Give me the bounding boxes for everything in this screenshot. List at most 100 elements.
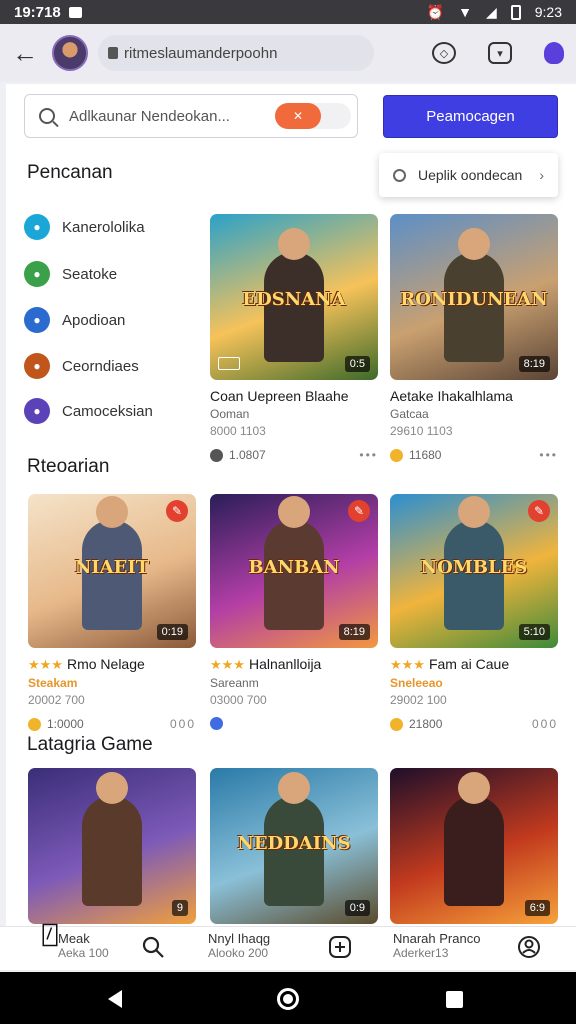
game-subtitle: Ooman: [210, 407, 250, 421]
game-thumbnail[interactable]: RONIDUNEAN 8:19: [390, 214, 558, 380]
game-meta: 21800 000: [390, 717, 558, 731]
category-label: Ceorndiaes: [62, 357, 139, 375]
character-head: [458, 496, 490, 528]
duration-badge: 9: [171, 900, 188, 916]
game-card[interactable]: BANBAN 8:19 ✎ ★★★ Halnanlloija Sareanm 03000 7…: [210, 494, 378, 730]
favorite-icon[interactable]: ✎: [528, 500, 550, 522]
game-card[interactable]: NEDDAINS 0:9: [210, 768, 378, 924]
primary-action-button[interactable]: Peamocagen: [383, 95, 558, 138]
game-card[interactable]: 6:9: [390, 768, 558, 924]
coin-icon: [390, 448, 403, 462]
character-head: [278, 228, 310, 260]
alarm-icon: ⏰: [426, 3, 445, 20]
rating-stars: ★★★: [390, 657, 425, 672]
game-card[interactable]: NIAEIT 0:19 ✎ ★★★ Rmo Nelage Steakam 20002 700…: [28, 494, 196, 731]
game-thumbnail[interactable]: NEDDAINS 0:9: [210, 768, 378, 924]
more-options-icon[interactable]: •••: [359, 448, 378, 462]
g-circle-icon: ●: [24, 261, 50, 287]
tag-icon: [218, 357, 240, 370]
url-field[interactable]: ritmeslaumanderpoohn: [98, 35, 374, 71]
section-title-latest: Latagria Game: [27, 734, 153, 755]
character-head: [278, 496, 310, 528]
more-options-icon[interactable]: •••: [539, 448, 558, 462]
game-subtitle: Sneleeao: [390, 676, 443, 690]
duration-badge: 0:9: [344, 900, 370, 916]
category-item[interactable]: ● Apodioan: [24, 307, 125, 333]
game-card[interactable]: EDSNANA 0:5 Coan Uepreen Blaahe Ooman 8000 1…: [210, 214, 378, 462]
search-icon: [393, 168, 406, 182]
tabs-icon[interactable]: ▾: [488, 42, 512, 64]
page-content: Adlkaunar Nendeokan... ✕ Peamocagen Uepl…: [6, 84, 576, 970]
thumbnail-title-art: NEDDAINS: [237, 833, 351, 854]
profile-icon[interactable]: [517, 935, 541, 959]
game-thumbnail[interactable]: NIAEIT 0:19 ✎: [28, 494, 196, 648]
status-time: 19:718: [14, 3, 61, 21]
chest-icon: ●: [24, 353, 50, 379]
dropdown-label: Ueplik oondecan: [418, 167, 523, 183]
search-input[interactable]: Adlkaunar Nendeokan... ✕: [24, 94, 358, 138]
game-thumbnail[interactable]: BANBAN 8:19 ✎: [210, 494, 378, 648]
category-item[interactable]: ● Seatoke: [24, 261, 117, 287]
system-back-icon[interactable]: [108, 990, 122, 1008]
category-item[interactable]: ● Camoceksian: [24, 398, 153, 424]
time-icon: [210, 448, 223, 462]
game-card[interactable]: RONIDUNEAN 8:19 Aetake Ihakalhlama Gatcaa 29…: [390, 214, 558, 462]
game-title-text: Rmo Nelage: [66, 656, 145, 672]
share-icon: [210, 717, 223, 730]
character-figure: [82, 796, 142, 906]
coin-icon: [28, 717, 41, 731]
category-item[interactable]: ● Ceorndiaes: [24, 353, 139, 379]
bottom-navigation: Meak Aeka 100 Nnyl Ihaqg Alooko 200 Nnar…: [0, 923, 576, 970]
favorite-icon[interactable]: ✎: [348, 500, 370, 522]
nav-label: Meak: [58, 931, 90, 946]
browser-address-bar: ← ritmeslaumanderpoohn ◇ ▾: [0, 24, 576, 82]
character-head: [458, 228, 490, 260]
compass-icon: ●: [24, 214, 50, 240]
game-thumbnail[interactable]: 9: [28, 768, 196, 924]
game-count: 29002 100: [390, 693, 447, 707]
nav-item-games[interactable]: Nnyl Ihaqg Alooko 200: [208, 931, 270, 961]
nav-sublabel: Alooko 200: [208, 946, 269, 960]
game-meta-value: 1.0807: [229, 448, 266, 462]
back-arrow-icon[interactable]: ←: [12, 38, 52, 69]
compass-icon[interactable]: ◇: [432, 42, 456, 64]
nav-sublabel: Aderker13: [393, 946, 449, 960]
game-thumbnail[interactable]: NOMBLES 5:10 ✎: [390, 494, 558, 648]
nav-item-store[interactable]: Nnarah Pranco Aderker13: [393, 931, 480, 961]
game-meta: 1:0000 000: [28, 717, 196, 731]
category-label: Apodioan: [62, 311, 126, 329]
status-bar: 19:718 ⏰ ▼ ◢ 9:23: [0, 0, 576, 24]
nav-sublabel: Aeka 100: [58, 946, 109, 960]
category-item[interactable]: ● Kanerololika: [24, 214, 145, 240]
search-placeholder: Adlkaunar Nendeokan...: [69, 107, 230, 125]
game-subtitle: Steakam: [28, 676, 78, 690]
character-head: [278, 772, 310, 804]
favorite-icon[interactable]: ✎: [166, 500, 188, 522]
game-meta-secondary: 000: [531, 717, 558, 731]
system-navigation-bar: [0, 972, 576, 1024]
dropdown-button[interactable]: Ueplik oondecan ›: [379, 153, 558, 197]
game-title: Coan Uepreen Blaahe: [210, 388, 349, 404]
avatar[interactable]: [52, 35, 88, 71]
thumbnail-title-art: RONIDUNEAN: [400, 289, 548, 310]
nav-label: Nnarah Pranco: [393, 931, 481, 946]
duration-badge: 8:19: [518, 356, 550, 372]
game-thumbnail[interactable]: 6:9: [390, 768, 558, 924]
search-toggle[interactable]: ✕: [275, 103, 351, 129]
nav-item-home[interactable]: Meak Aeka 100: [58, 931, 109, 961]
character-head: [96, 496, 128, 528]
game-card[interactable]: NOMBLES 5:10 ✎ ★★★ Fam ai Caue Sneleeao 29002 …: [390, 494, 558, 731]
chevron-right-icon: ›: [539, 167, 544, 183]
add-icon[interactable]: [328, 935, 352, 959]
search-icon[interactable]: [141, 935, 165, 959]
wifi-icon: ▼: [458, 4, 472, 20]
system-home-icon[interactable]: [277, 988, 299, 1010]
system-recents-icon[interactable]: [446, 991, 463, 1008]
game-thumbnail[interactable]: EDSNANA 0:5: [210, 214, 378, 380]
game-card[interactable]: 9: [28, 768, 196, 924]
status-right-time: 9:23: [534, 4, 562, 20]
rating-stars: ★★★: [28, 657, 63, 672]
signal-icon: ◢: [485, 3, 497, 20]
category-label: Kanerololika: [62, 218, 145, 236]
profile-menu-icon[interactable]: [544, 42, 564, 64]
